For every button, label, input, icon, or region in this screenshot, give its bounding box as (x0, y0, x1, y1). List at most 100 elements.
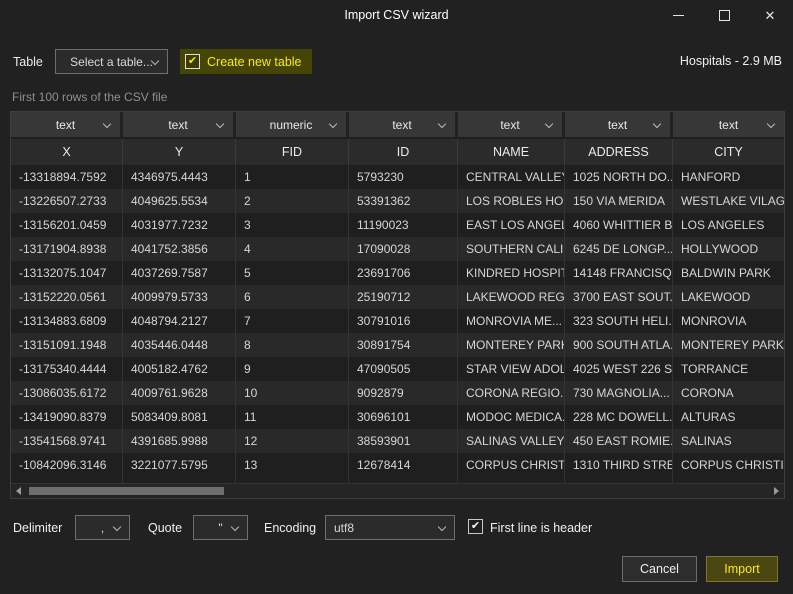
create-new-table-option[interactable]: ✔ Create new table (180, 49, 312, 74)
cell: 1025 NORTH DO... (565, 165, 673, 189)
cell: 23691706 (349, 261, 458, 285)
cell: 4041752.3856 (123, 237, 236, 261)
delimiter-select[interactable]: , (75, 515, 130, 540)
cell: 30791016 (349, 309, 458, 333)
scrollbar-track[interactable] (27, 486, 768, 496)
delimiter-value: , (101, 521, 104, 535)
chevron-down-icon (545, 120, 554, 129)
cell (673, 477, 784, 483)
cell: 323 SOUTH HELI... (565, 309, 673, 333)
cell: 730 MAGNOLIA... (565, 381, 673, 405)
cell (236, 477, 349, 483)
minimize-button[interactable] (655, 0, 701, 30)
cell: 3221077.5795 (123, 453, 236, 477)
minimize-icon (673, 15, 684, 16)
maximize-button[interactable] (701, 0, 747, 30)
cell: -13132075.1047 (11, 261, 123, 285)
cell: SOUTHERN CALI... (458, 237, 565, 261)
cell: 4048794.2127 (123, 309, 236, 333)
cell: -13156201.0459 (11, 213, 123, 237)
cell: 4025 WEST 226 S... (565, 357, 673, 381)
cell: 2 (236, 189, 349, 213)
cell: 7 (236, 309, 349, 333)
cell: MONROVIA ME... (458, 309, 565, 333)
cell: 3700 EAST SOUT... (565, 285, 673, 309)
cell: LOS ROBLES HO... (458, 189, 565, 213)
cell: 14148 FRANCISQ... (565, 261, 673, 285)
encoding-select[interactable]: utf8 (325, 515, 455, 540)
column-type-select[interactable]: text (123, 112, 236, 137)
cell: 4346975.4443 (123, 165, 236, 189)
cell: 4009979.5733 (123, 285, 236, 309)
csv-preview-table: texttextnumerictexttexttexttext XYFIDIDN… (10, 111, 785, 499)
cell: CORONA (673, 381, 784, 405)
cell: LOS ANGELES (673, 213, 784, 237)
cell: 17090028 (349, 237, 458, 261)
cell: CORPUS CHRISTI... (458, 453, 565, 477)
column-type-select[interactable]: text (11, 112, 123, 137)
cell: 8 (236, 333, 349, 357)
table-select-value: Select a table... (70, 55, 153, 69)
close-button[interactable]: ✕ (747, 0, 793, 30)
column-type-value: text (608, 118, 627, 132)
table-select[interactable]: Select a table... (55, 49, 168, 74)
cell: MONTEREY PARK... (458, 333, 565, 357)
cell: 6 (236, 285, 349, 309)
cell: STAR VIEW ADOL... (458, 357, 565, 381)
encoding-value: utf8 (334, 521, 354, 535)
cell: CORPUS CHRISTI (673, 453, 784, 477)
chevron-down-icon (767, 120, 776, 129)
empty-row (11, 477, 784, 483)
cell: -13086035.6172 (11, 381, 123, 405)
column-header: ID (349, 139, 458, 165)
cell: SALINAS VALLEY... (458, 429, 565, 453)
column-type-select[interactable]: text (349, 112, 458, 137)
quote-label: Quote (148, 521, 182, 535)
cell: 4005182.4762 (123, 357, 236, 381)
column-header: X (11, 139, 123, 165)
cell: SALINAS (673, 429, 784, 453)
create-new-table-label: Create new table (207, 55, 302, 69)
cancel-button[interactable]: Cancel (622, 556, 697, 582)
cell: 5 (236, 261, 349, 285)
column-type-select[interactable]: text (673, 112, 784, 137)
cell: 47090505 (349, 357, 458, 381)
cell: 150 VIA MERIDA (565, 189, 673, 213)
table-row: -13226507.27334049625.5534253391362LOS R… (11, 189, 784, 213)
cell: -10842096.3146 (11, 453, 123, 477)
cell (458, 477, 565, 483)
quote-select[interactable]: " (193, 515, 248, 540)
cell: EAST LOS ANGEL... (458, 213, 565, 237)
column-type-value: text (392, 118, 411, 132)
column-header: Y (123, 139, 236, 165)
table-row: -13175340.44444005182.4762947090505STAR … (11, 357, 784, 381)
column-type-select[interactable]: text (565, 112, 673, 137)
chevron-down-icon (329, 120, 338, 129)
cell: MONTEREY PARK (673, 333, 784, 357)
chevron-down-icon (438, 523, 447, 532)
horizontal-scrollbar[interactable] (11, 483, 784, 498)
column-type-select[interactable]: numeric (236, 112, 349, 137)
cell: 13 (236, 453, 349, 477)
cell: 228 MC DOWELL... (565, 405, 673, 429)
scrollbar-thumb[interactable] (29, 487, 224, 495)
column-type-select[interactable]: text (458, 112, 565, 137)
cell: HANFORD (673, 165, 784, 189)
first-line-header-checkbox[interactable]: ✔ (468, 519, 483, 534)
import-button[interactable]: Import (706, 556, 778, 582)
close-icon: ✕ (765, 9, 776, 22)
table-row: -10842096.31463221077.57951312678414CORP… (11, 453, 784, 477)
scroll-right-icon[interactable] (774, 487, 779, 495)
cell: WESTLAKE VILAGE (673, 189, 784, 213)
create-new-table-checkbox[interactable]: ✔ (185, 54, 200, 69)
first-line-header-label: First line is header (490, 521, 592, 535)
table-row: -13151091.19484035446.0448830891754MONTE… (11, 333, 784, 357)
cell: LAKEWOOD REG... (458, 285, 565, 309)
cell: 5793230 (349, 165, 458, 189)
scroll-left-icon[interactable] (16, 487, 21, 495)
cell: 11190023 (349, 213, 458, 237)
import-csv-wizard-dialog: Import CSV wizard ✕ Table Select a table… (0, 0, 793, 594)
cell: 11 (236, 405, 349, 429)
cell: TORRANCE (673, 357, 784, 381)
body-rows: -13318894.75924346975.444315793230CENTRA… (11, 165, 784, 483)
